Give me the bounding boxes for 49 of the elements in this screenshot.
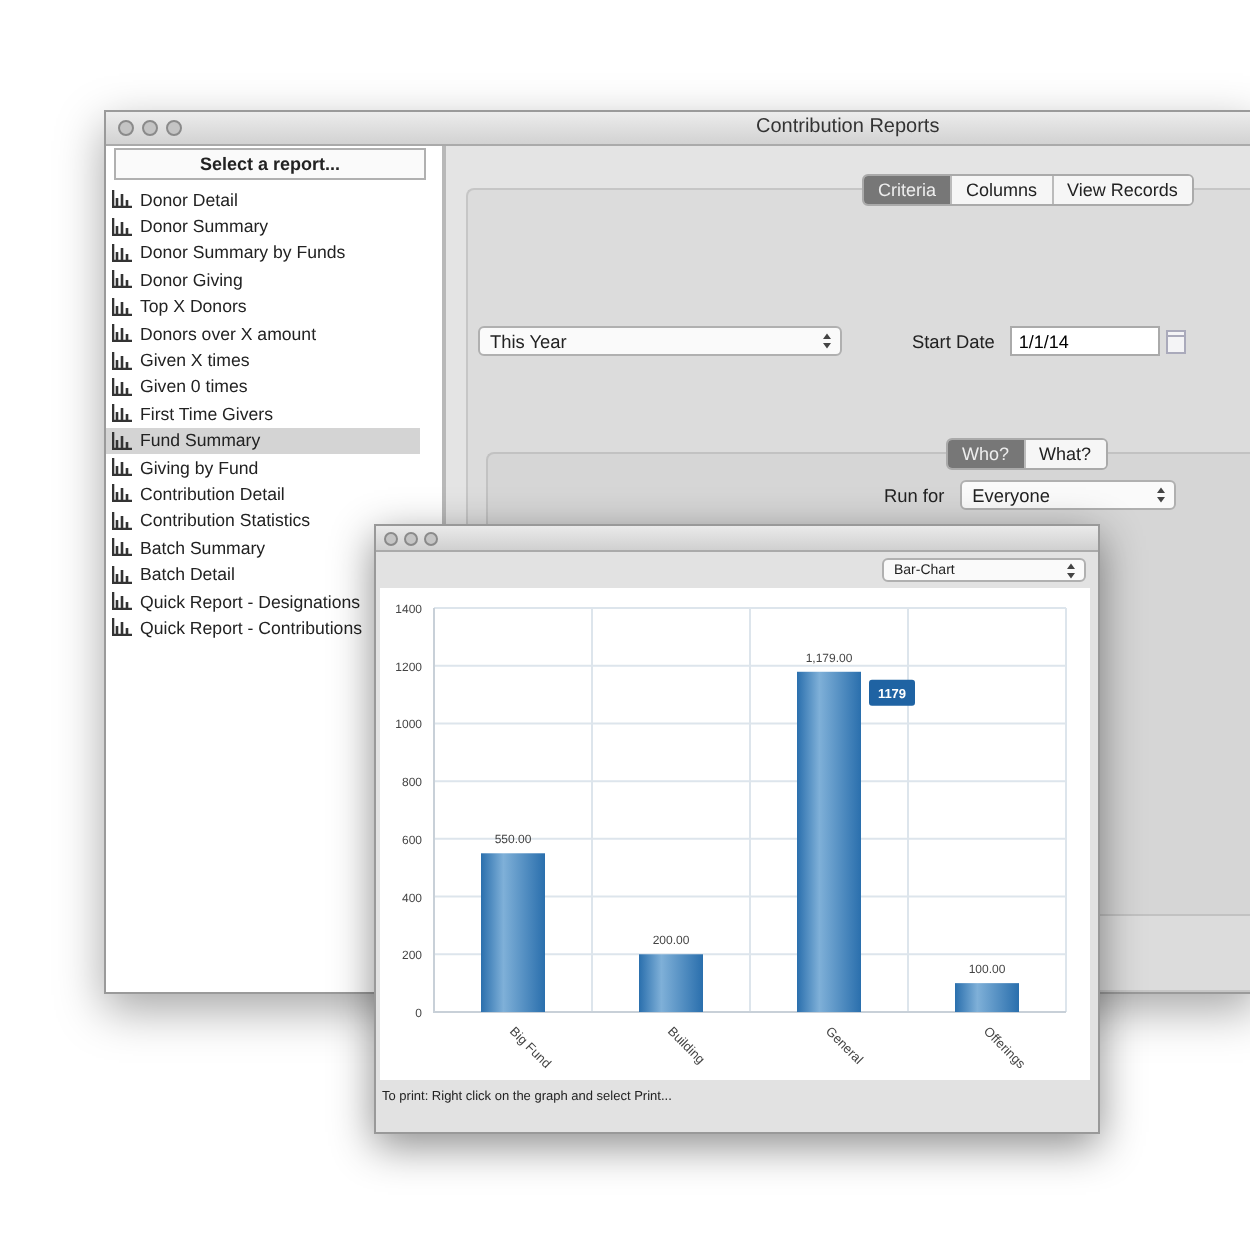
bar-chart-icon — [112, 538, 132, 557]
field-label: Start Date — [912, 331, 995, 351]
report-item[interactable]: Donor Giving — [106, 266, 243, 294]
tab[interactable]: Criteria — [864, 176, 951, 204]
bar-chart-icon — [112, 190, 132, 209]
bar-chart-icon — [112, 351, 132, 370]
report-item[interactable]: Given X times — [106, 346, 250, 374]
calendar-icon — [1166, 329, 1187, 353]
report-item[interactable]: Given 0 times — [106, 373, 248, 401]
bar-chart-icon — [112, 297, 132, 316]
stepper-arrows-icon — [1066, 561, 1076, 579]
bar-chart-icon — [112, 511, 132, 530]
bar-chart-icon — [112, 270, 132, 289]
window-title: Contribution Reports — [756, 116, 940, 138]
bar-chart-icon — [112, 243, 132, 262]
bar-chart-icon — [112, 217, 132, 236]
report-item[interactable]: Donor Summary — [106, 212, 269, 240]
report-item[interactable]: Giving by Fund — [106, 453, 259, 481]
bar-chart-icon — [112, 618, 132, 637]
report-item[interactable]: Donor Summary by Funds — [106, 239, 346, 267]
tab[interactable]: Who? — [948, 440, 1024, 468]
report-item[interactable]: Batch Summary — [106, 534, 266, 561]
report-item[interactable]: Contribution Detail — [106, 480, 285, 508]
report-item[interactable]: Quick Report - Designations — [106, 587, 361, 615]
bar-chart-icon — [112, 324, 132, 343]
date-field[interactable]: 1/1/14 — [1010, 326, 1161, 356]
report-item[interactable]: Batch Detail — [106, 560, 235, 588]
tab[interactable]: What? — [1023, 440, 1106, 468]
bar-chart-icon — [112, 377, 132, 396]
field-label: Run for — [884, 485, 945, 505]
stepper-arrows-icon — [822, 332, 832, 350]
report-item[interactable]: Quick Report - Contributions — [106, 614, 362, 642]
bar-chart-icon — [112, 458, 132, 477]
bar-chart-icon — [112, 565, 132, 584]
bar-chart-icon — [112, 592, 132, 611]
report-item[interactable]: Donor Detail — [106, 186, 238, 213]
report-item[interactable]: Fund Summary — [106, 427, 420, 454]
dropdown[interactable]: Everyone — [960, 480, 1177, 510]
report-picker-button[interactable]: Select a report... — [114, 148, 426, 180]
dropdown[interactable]: This Year — [478, 326, 842, 356]
stepper-arrows-icon — [1156, 486, 1167, 504]
tab[interactable]: View Records — [1051, 176, 1192, 204]
bar-chart-icon — [112, 404, 132, 423]
bar-chart-icon — [112, 431, 132, 450]
report-item[interactable]: Top X Donors — [106, 293, 247, 320]
report-item[interactable]: Contribution Statistics — [106, 507, 311, 535]
report-item[interactable]: Donors over X amount — [106, 319, 317, 347]
bar-chart-icon — [112, 484, 132, 503]
report-item[interactable]: First Time Givers — [106, 400, 273, 428]
